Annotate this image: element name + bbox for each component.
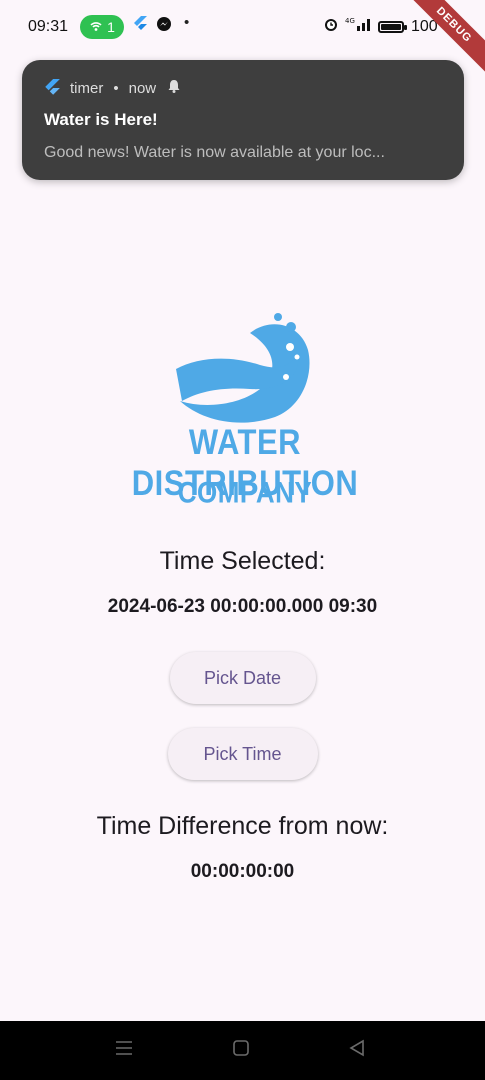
menu-icon[interactable] bbox=[115, 1039, 133, 1063]
time-difference-value: 00:00:00:00 bbox=[190, 861, 295, 882]
hotspot-indicator: 1 bbox=[80, 15, 124, 39]
notification-time: now bbox=[128, 79, 157, 97]
separator-dot: • bbox=[113, 79, 119, 97]
bell-icon bbox=[166, 78, 182, 98]
pick-time-button[interactable]: Pick Time bbox=[167, 728, 318, 780]
home-icon[interactable] bbox=[232, 1039, 250, 1063]
messenger-icon bbox=[156, 16, 172, 36]
notification-header: timer • now bbox=[44, 78, 182, 98]
alarm-icon bbox=[323, 16, 339, 36]
notification-card[interactable]: timer • now Water is Here! Good news! Wa… bbox=[22, 60, 464, 180]
hotspot-count: 1 bbox=[107, 19, 115, 35]
signal-icon: 4G bbox=[345, 16, 373, 36]
battery-icon bbox=[378, 21, 407, 33]
status-bar: 09:31 1 • 4G 100 DEBUG bbox=[0, 0, 485, 79]
time-selected-label: Time Selected: bbox=[159, 547, 326, 575]
navigation-bar bbox=[0, 1021, 485, 1080]
svg-text:4G: 4G bbox=[345, 17, 355, 25]
water-wave-icon bbox=[176, 313, 310, 423]
hotspot-icon bbox=[89, 19, 103, 36]
dot-icon: • bbox=[184, 14, 190, 31]
time-difference-label: Time Difference from now: bbox=[96, 812, 389, 840]
status-time: 09:31 bbox=[28, 18, 69, 35]
company-logo: WATER DISTRIBUTION COMPANY bbox=[110, 305, 380, 515]
flutter-icon bbox=[133, 16, 147, 36]
notification-body: Good news! Water is now available at you… bbox=[44, 144, 385, 161]
notification-app-name: timer bbox=[70, 79, 104, 97]
back-icon[interactable] bbox=[348, 1039, 366, 1063]
logo-line-2: COMPANY bbox=[177, 474, 313, 510]
app-icon bbox=[44, 79, 60, 97]
notification-title: Water is Here! bbox=[44, 110, 158, 129]
time-selected-value: 2024-06-23 00:00:00.000 09:30 bbox=[107, 596, 378, 617]
pick-date-button[interactable]: Pick Date bbox=[169, 652, 316, 704]
